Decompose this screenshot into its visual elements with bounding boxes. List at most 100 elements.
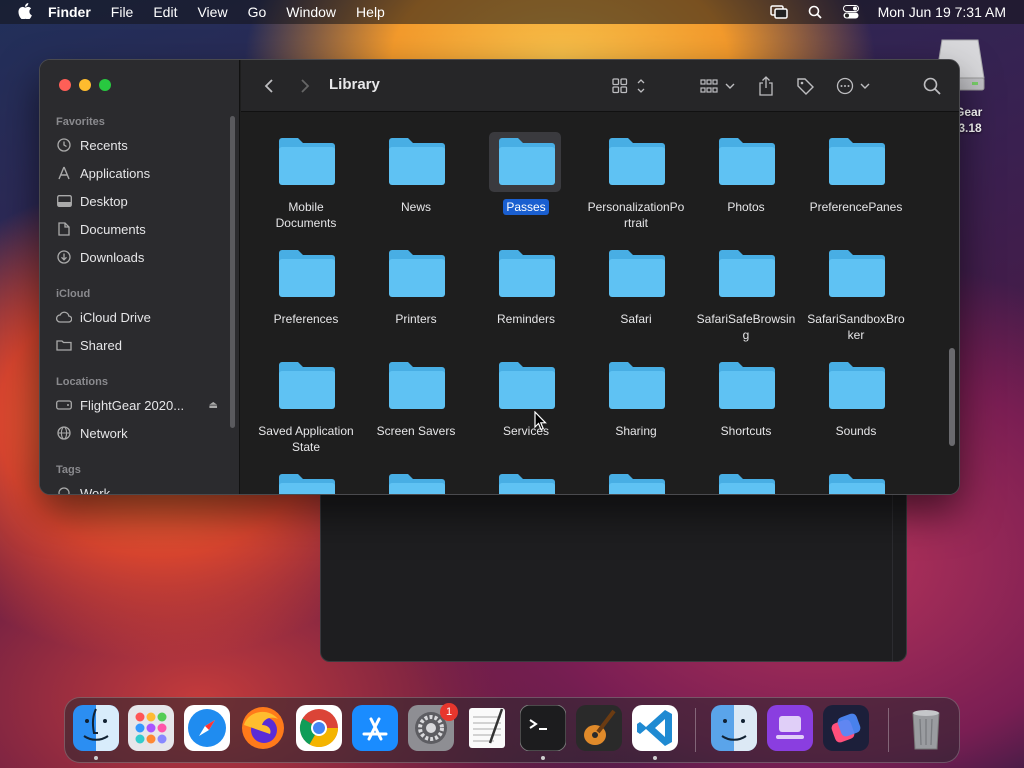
app-store-icon[interactable] (352, 705, 398, 751)
finder-window[interactable]: Favorites Recents Applications Desktop D… (39, 59, 960, 495)
apple-menu-icon[interactable] (18, 2, 34, 22)
garageband-icon[interactable] (576, 705, 622, 751)
folder-item[interactable] (801, 461, 911, 494)
folder-item[interactable]: Services (471, 349, 581, 459)
content-scrollbar[interactable] (949, 348, 955, 446)
tags-button[interactable] (794, 74, 816, 98)
menu-help[interactable]: Help (356, 4, 385, 20)
sidebar-item-documents[interactable]: Documents (56, 217, 226, 241)
sidebar-header-icloud: iCloud (56, 288, 91, 300)
menu-clock[interactable]: Mon Jun 19 7:31 AM (878, 4, 1006, 20)
folder-label-line: ker (847, 328, 865, 342)
menu-app-name[interactable]: Finder (48, 4, 91, 20)
firefox-icon[interactable] (240, 705, 286, 751)
spotlight-search-icon[interactable] (806, 4, 824, 20)
folder-item[interactable]: Reminders (471, 237, 581, 347)
folder-item[interactable]: SafariSafeBrowsin g (691, 237, 801, 347)
folder-label-line: State (291, 440, 321, 454)
screen-mirroring-icon[interactable] (769, 4, 788, 20)
finder-alt-icon[interactable] (711, 705, 757, 751)
folder-item[interactable]: SafariSandboxBro ker (801, 237, 911, 347)
shortcuts-icon[interactable] (823, 705, 869, 751)
sidebar-item-flightgear[interactable]: FlightGear 2020... ⏏ (56, 393, 226, 417)
sidebar-item-network[interactable]: Network (56, 421, 226, 445)
folder-icon (277, 471, 337, 494)
folder-item[interactable]: News (361, 125, 471, 235)
menu-go[interactable]: Go (248, 4, 267, 20)
folder-item[interactable]: Shortcuts (691, 349, 801, 459)
sidebar-scrollbar[interactable] (230, 116, 235, 428)
folder-label: Screen Savers (376, 424, 456, 438)
icon-view-icon (612, 78, 645, 94)
folder-item[interactable]: Printers (361, 237, 471, 347)
folder-item[interactable] (691, 461, 801, 494)
folder-item[interactable]: Sounds (801, 349, 911, 459)
sidebar-item-shared[interactable]: Shared (56, 333, 226, 357)
folder-label: Sounds (835, 424, 877, 438)
sidebar-item-recents[interactable]: Recents (56, 133, 226, 157)
vscode-icon[interactable] (632, 705, 678, 751)
folder-icon (717, 471, 777, 494)
folder-item[interactable]: Saved Application State (251, 349, 361, 459)
folder-item[interactable]: Mobile Documents (251, 125, 361, 235)
folder-item[interactable]: PreferencePanes (801, 125, 911, 235)
finder-sidebar: Favorites Recents Applications Desktop D… (40, 60, 240, 494)
sidebar-item-icloud-drive[interactable]: iCloud Drive (56, 305, 226, 329)
close-button[interactable] (59, 79, 71, 91)
folder-label: SafariSandboxBro ker (801, 311, 911, 343)
folder-icon (607, 359, 667, 411)
folder-item[interactable]: Preferences (251, 237, 361, 347)
folder-item[interactable]: Screen Savers (361, 349, 471, 459)
launchpad-icon[interactable] (128, 705, 174, 751)
search-button[interactable] (921, 74, 943, 98)
folder-item[interactable] (471, 461, 581, 494)
folder-label-line: Mobile (288, 200, 324, 214)
terminal-icon[interactable] (519, 704, 567, 752)
sidebar-item-desktop[interactable]: Desktop (56, 189, 226, 213)
folder-item[interactable]: Safari (581, 237, 691, 347)
folder-item[interactable] (251, 461, 361, 494)
folder-label: News (400, 200, 431, 214)
control-center-icon[interactable] (842, 4, 860, 20)
eject-icon[interactable]: ⏏ (209, 400, 218, 411)
finder-icon[interactable] (73, 705, 119, 751)
chrome-icon[interactable] (296, 705, 342, 751)
sidebar-item-downloads[interactable]: Downloads (56, 245, 226, 269)
menu-edit[interactable]: Edit (153, 4, 177, 20)
minimize-button[interactable] (79, 79, 91, 91)
folder-item[interactable]: Passes (471, 125, 581, 235)
safari-icon[interactable] (184, 705, 230, 751)
folder-icon (827, 135, 887, 187)
sidebar-header-locations: Locations (56, 376, 108, 388)
sidebar-item-applications[interactable]: Applications (56, 161, 226, 185)
action-menu-button[interactable] (836, 74, 872, 98)
menu-window[interactable]: Window (286, 4, 336, 20)
file-grid[interactable]: Mobile Documents News Passes Personalization… (241, 113, 959, 494)
trash-icon[interactable] (903, 705, 949, 751)
textedit-icon[interactable] (464, 705, 510, 751)
back-button[interactable] (259, 74, 279, 98)
forward-button[interactable] (295, 74, 315, 98)
folder-item[interactable]: Photos (691, 125, 801, 235)
folder-icon (277, 247, 337, 299)
folder-item[interactable] (361, 461, 471, 494)
zoom-button[interactable] (99, 79, 111, 91)
sidebar-item-tag-work[interactable]: Work (56, 481, 226, 494)
group-by-button[interactable] (699, 74, 739, 98)
background-window[interactable] (320, 490, 907, 662)
folder-item[interactable]: Sharing (581, 349, 691, 459)
folder-label: Passes (471, 199, 581, 215)
folder-icon (827, 247, 887, 299)
folder-icon (607, 135, 667, 187)
folder-label-line: g (742, 328, 750, 342)
menu-file[interactable]: File (111, 4, 134, 20)
podcasts-icon[interactable] (767, 705, 813, 751)
view-mode-button[interactable] (611, 74, 649, 98)
finder-toolbar: Library (241, 60, 959, 112)
folder-label: Preferences (273, 312, 339, 326)
folder-item[interactable]: PersonalizationPo rtrait (581, 125, 691, 235)
menu-view[interactable]: View (197, 4, 227, 20)
folder-icon (497, 135, 557, 187)
folder-item[interactable] (581, 461, 691, 494)
share-button[interactable] (756, 74, 776, 98)
